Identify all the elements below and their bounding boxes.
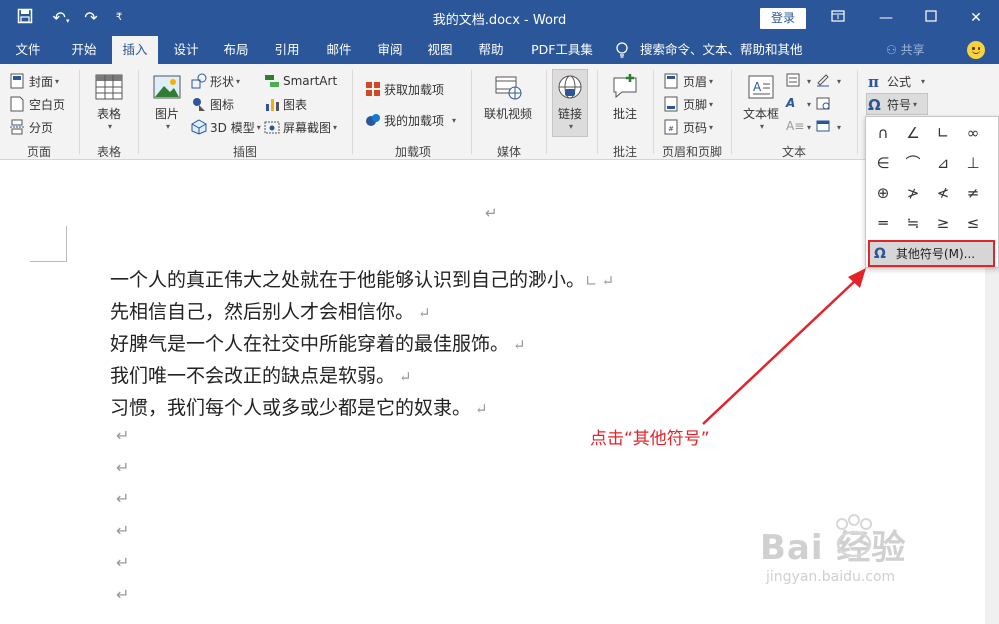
watermark-url: jingyan.baidu.com bbox=[766, 569, 896, 585]
paw-logo-icon bbox=[828, 514, 880, 558]
annotation-text: 点击“其他符号” bbox=[590, 429, 710, 449]
